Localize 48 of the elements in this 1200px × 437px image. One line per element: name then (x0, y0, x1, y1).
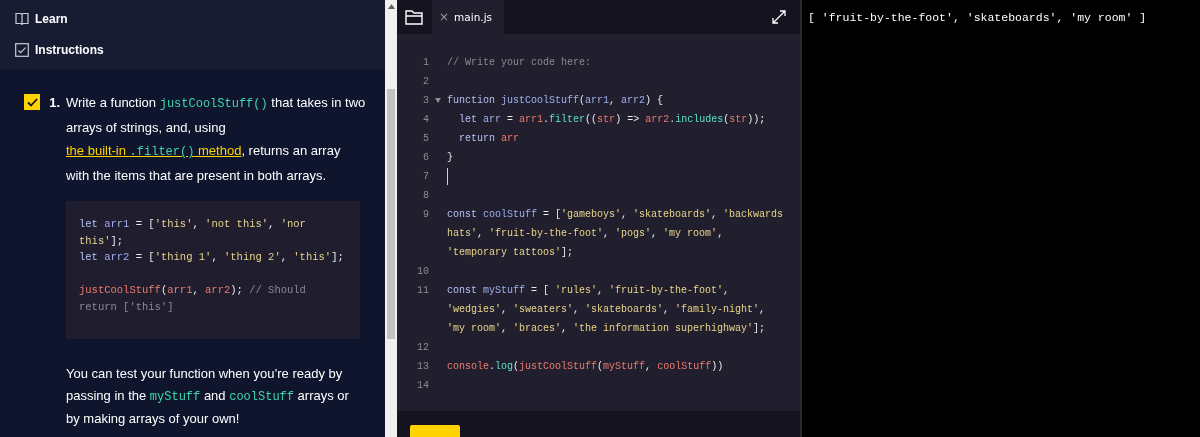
code-line: function justCoolStuff(arr1, arr2) { (447, 95, 664, 106)
scrollbar[interactable] (385, 0, 397, 437)
line-number: 14 (416, 380, 429, 391)
code-line: } (447, 152, 453, 163)
line-number: 6 (422, 152, 429, 163)
code-line: const myStuff = [ 'rules', 'fruit-by-the-foot', (447, 285, 730, 296)
code-line: return arr (458, 133, 520, 144)
line-number: 1 (422, 57, 429, 68)
code-line: const coolStuff = ['gameboys', 'skateboards', 'backwards (447, 209, 784, 220)
file-tab[interactable]: × main.js (432, 0, 505, 34)
link[interactable]: the built-in (66, 143, 130, 158)
code-line: 'temporary tattoos']; (447, 247, 574, 258)
console-output: [ 'fruit-by-the-foot', 'skateboards', 'my room' ] (808, 10, 1147, 26)
book-icon (15, 12, 29, 25)
expand-icon[interactable] (772, 10, 786, 24)
code-line: hats', 'fruit-by-the-foot', 'pogs', 'my room', (447, 228, 724, 239)
code-line: let arr1 = ['this', 'not this', 'nor (79, 218, 306, 230)
code-line: 'wedgies', 'sweaters', 'skateboards', 'family-night', (447, 304, 766, 315)
line-number: 5 (422, 133, 429, 144)
code-line: console.log(justCoolStuff(myStuff, coolStuff)) (447, 361, 724, 372)
line-number: 11 (416, 285, 429, 296)
line-number: 8 (422, 190, 429, 201)
line-number: 3 (422, 95, 429, 106)
folder-icon[interactable] (405, 8, 424, 26)
step-text: Write a function justCoolStuff() that takes in two arrays of strings, and, using the built-in .filter() method, returns an array with the items that are present in both arrays. (66, 94, 366, 185)
code-line: let arr2 = ['thing 1', 'thing 2', 'this']; (79, 251, 344, 263)
code-line: let arr = arr1.filter((str) => arr2.includes(str)); (458, 114, 766, 125)
line-number: 13 (416, 361, 429, 372)
checkbox-icon (15, 42, 29, 57)
fold-icon[interactable] (435, 98, 441, 103)
line-number: 7 (422, 171, 429, 182)
nav-item[interactable]: Instructions (0, 34, 385, 65)
step-number: 1. (48, 94, 61, 112)
line-number: 4 (422, 114, 429, 125)
code-line: this']; (79, 234, 124, 247)
line-number: 12 (416, 342, 429, 353)
code-line: // Write your code here: (447, 57, 592, 68)
scroll-up-icon[interactable] (387, 4, 395, 9)
close-icon[interactable]: × (439, 10, 450, 24)
line-number: 9 (422, 209, 429, 220)
nav-item[interactable]: Learn (0, 3, 385, 34)
step-checkbox[interactable] (24, 94, 40, 110)
code-line: return ['this'] (79, 300, 174, 313)
hint-text: You can test your function when you’re ready by passing in the myStuff and coolStuff arrays or by making arrays of your own! (66, 365, 350, 428)
code-line: 'my room', 'braces', 'the information superhighway']; (447, 323, 766, 334)
line-number: 10 (416, 266, 429, 277)
code-line: justCoolStuff(arr1, arr2); // Should (79, 284, 306, 296)
line-number: 2 (422, 76, 429, 87)
